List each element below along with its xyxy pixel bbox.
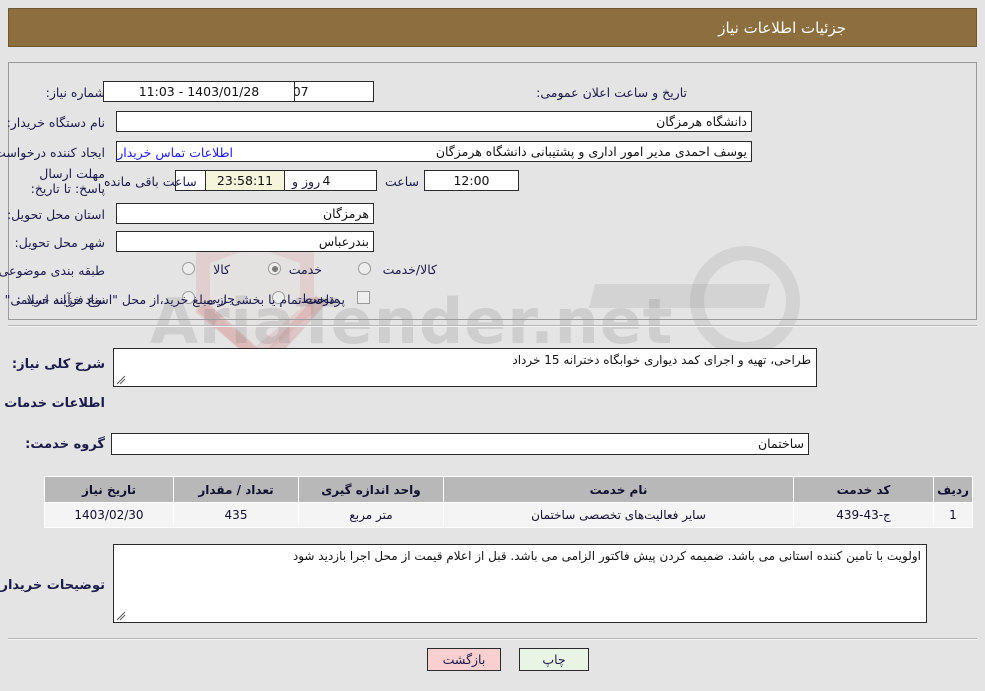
buyer-notes-label: توضیحات خریدار: — [0, 578, 105, 593]
cell-unit: متر مربع — [298, 502, 444, 528]
th-unit: واحد اندازه گیری — [298, 476, 444, 503]
th-need-date: تاریخ نیاز — [44, 476, 174, 503]
delivery-province-field[interactable]: هرمزگان — [116, 203, 374, 224]
subject-category-label: طبقه بندی موضوعی: — [0, 263, 105, 278]
cell-quantity: 435 — [173, 502, 299, 528]
th-service-name: نام خدمت — [443, 476, 794, 503]
services-table: ردیف کد خدمت نام خدمت واحد اندازه گیری ت… — [44, 476, 973, 528]
remaining-time-counter: 23:58:11 — [205, 170, 285, 191]
section-divider-bottom — [8, 638, 977, 640]
deadline-hour-label: ساعت — [384, 174, 419, 189]
delivery-city-field[interactable]: بندرعباس — [116, 231, 374, 252]
category-label-kala-khedmat: کالا/خدمت — [382, 262, 437, 277]
buyer-org-field[interactable]: دانشگاه هرمزگان — [116, 111, 752, 132]
cell-need-date: 1403/02/30 — [44, 502, 174, 528]
service-group-label: گروه خدمت: — [25, 437, 105, 452]
announce-datetime-label: تاریخ و ساعت اعلان عمومی: — [536, 85, 687, 100]
resize-grip-icon-notes[interactable] — [116, 611, 126, 621]
page-title: جزئیات اطلاعات نیاز — [718, 18, 846, 37]
print-button[interactable]: چاپ — [519, 648, 589, 671]
section-divider-top — [8, 325, 977, 327]
deadline-hour-field[interactable]: 12:00 — [424, 170, 519, 191]
category-radio-khedmat[interactable] — [268, 262, 281, 275]
treasury-bond-label: پرداخت تمام یا بخشی از مبلغ خرید،از محل … — [0, 292, 345, 307]
th-radif: ردیف — [933, 476, 973, 503]
cell-service-code: ج-43-439 — [793, 502, 934, 528]
back-button[interactable]: بازگشت — [427, 648, 501, 671]
service-group-field[interactable]: ساختمان — [111, 433, 809, 455]
table-header-row: ردیف کد خدمت نام خدمت واحد اندازه گیری ت… — [44, 476, 973, 503]
remaining-days-label: روز و — [292, 174, 321, 189]
category-radio-kala[interactable] — [182, 262, 195, 275]
response-deadline-label: مهلت ارسال پاسخ: تا تاریخ: — [30, 166, 105, 196]
buyer-notes-value: اولویت با تامین کننده استانی می باشد. ضم… — [292, 549, 921, 563]
delivery-city-label: شهر محل تحویل: — [14, 235, 105, 250]
request-creator-label: ایجاد کننده درخواست: — [0, 145, 105, 160]
cell-service-name: سایر فعالیت‌های تخصصی ساختمان — [443, 502, 794, 528]
th-quantity: تعداد / مقدار — [173, 476, 299, 503]
category-label-kala: کالا — [213, 262, 230, 277]
th-service-code: کد خدمت — [793, 476, 934, 503]
general-description-value: طراحی، تهیه و اجرای کمد دیواری خوابگاه د… — [512, 353, 811, 367]
buyer-notes-textarea[interactable]: اولویت با تامین کننده استانی می باشد. ضم… — [113, 544, 927, 623]
services-section-heading: اطلاعات خدمات مورد نیاز — [0, 396, 105, 411]
buyer-org-label: نام دستگاه خریدار: — [6, 115, 105, 130]
remaining-time-suffix: ساعت باقی مانده — [104, 174, 197, 189]
general-description-textarea[interactable]: طراحی، تهیه و اجرای کمد دیواری خوابگاه د… — [113, 348, 817, 387]
treasury-bond-checkbox[interactable] — [357, 291, 370, 304]
category-radio-kala-khedmat[interactable] — [358, 262, 371, 275]
delivery-province-label: استان محل تحویل: — [6, 207, 105, 222]
resize-grip-icon[interactable] — [116, 375, 126, 385]
page-root: AriaTender.net جزئیات اطلاعات نیاز شماره… — [0, 0, 985, 691]
buyer-contact-link[interactable]: اطلاعات تماس خریدار — [117, 145, 233, 160]
window-title-bar: جزئیات اطلاعات نیاز — [8, 8, 977, 47]
cell-radif: 1 — [933, 502, 973, 528]
table-row: 1 ج-43-439 سایر فعالیت‌های تخصصی ساختمان… — [44, 502, 973, 528]
category-label-khedmat: خدمت — [288, 262, 322, 277]
announce-datetime-field[interactable]: 1403/01/28 - 11:03 — [103, 81, 295, 102]
general-description-label: شرح کلی نیاز: — [11, 357, 105, 372]
need-number-label: شماره نیاز: — [45, 85, 105, 100]
